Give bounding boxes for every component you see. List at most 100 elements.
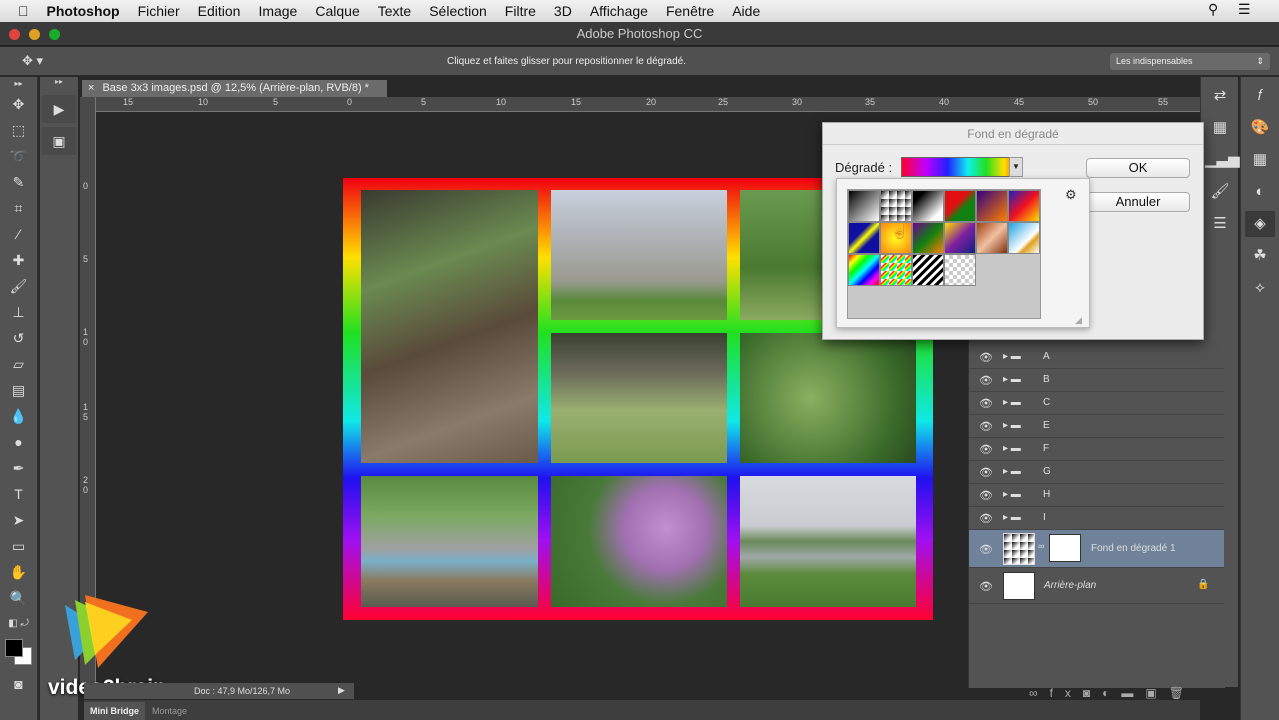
blur-tool-icon[interactable]: 💧 xyxy=(0,403,37,429)
color-panel-icon[interactable]: 🎨 xyxy=(1245,115,1275,141)
visibility-eye-icon[interactable]: 👁 xyxy=(979,420,993,433)
crop-tool-icon[interactable]: ⌗ xyxy=(0,195,37,221)
lasso-tool-icon[interactable]: ➰ xyxy=(0,143,37,169)
gradient-preset[interactable] xyxy=(912,190,944,222)
adjustments-slider-icon[interactable]: ☰ xyxy=(1205,211,1235,237)
properties-panel-icon[interactable]: ▣ xyxy=(42,127,76,155)
status-menu-arrow-icon[interactable]: ▶ xyxy=(338,685,345,696)
swatches-grid-icon[interactable]: ▦ xyxy=(1245,147,1275,173)
healing-brush-tool-icon[interactable]: ✚ xyxy=(0,247,37,273)
eraser-tool-icon[interactable]: ▱ xyxy=(0,351,37,377)
search-icon[interactable]: ⚲ xyxy=(1208,1,1218,18)
gradient-preset[interactable] xyxy=(912,254,944,286)
quick-selection-tool-icon[interactable]: ✎ xyxy=(0,169,37,195)
gradient-preset[interactable] xyxy=(880,190,912,222)
visibility-eye-icon[interactable]: 👁 xyxy=(979,580,993,593)
layer-group-f[interactable]: 👁 ▸ ▬ F xyxy=(969,438,1224,461)
move-tool-preset-icon[interactable]: ✥ ▾ xyxy=(22,53,43,69)
link-layers-icon[interactable]: ∞ xyxy=(1029,686,1050,700)
quick-mask-icon[interactable]: ◙ xyxy=(0,671,37,697)
menu-calque[interactable]: Calque xyxy=(315,3,359,19)
styles-panel-icon[interactable]: 𝑓 xyxy=(1245,83,1275,109)
hand-tool-icon[interactable]: ✋ xyxy=(0,559,37,585)
menu-image[interactable]: Image xyxy=(258,3,297,19)
gradient-preset[interactable] xyxy=(944,190,976,222)
cancel-button[interactable]: Annuler xyxy=(1086,192,1190,212)
play-actions-icon[interactable]: ▶ xyxy=(42,95,76,123)
history-panel-icon[interactable]: ▦ xyxy=(1205,115,1235,141)
gradient-preset[interactable] xyxy=(848,254,880,286)
ok-button[interactable]: OK xyxy=(1086,158,1190,178)
layer-group-b[interactable]: 👁 ▸ ▬ B xyxy=(969,369,1224,392)
minimize-window-button[interactable] xyxy=(29,29,40,40)
visibility-eye-icon[interactable]: 👁 xyxy=(979,397,993,410)
menu-edition[interactable]: Edition xyxy=(198,3,241,19)
zoom-window-button[interactable] xyxy=(49,29,60,40)
swap-colors-icon[interactable]: ◧ ⤾ xyxy=(0,611,37,637)
visibility-eye-icon[interactable]: 👁 xyxy=(979,543,993,556)
apple-menu-icon[interactable]:  xyxy=(18,3,29,19)
eyedropper-tool-icon[interactable]: ⁄ xyxy=(0,221,37,247)
visibility-eye-icon[interactable]: 👁 xyxy=(979,351,993,364)
gear-icon[interactable]: ⚙ xyxy=(1065,187,1077,203)
gradient-preset[interactable] xyxy=(1008,190,1040,222)
marquee-tool-icon[interactable]: ⬚ xyxy=(0,117,37,143)
gradient-preset[interactable] xyxy=(1008,222,1040,254)
visibility-eye-icon[interactable]: 👁 xyxy=(979,466,993,479)
visibility-eye-icon[interactable]: 👁 xyxy=(979,489,993,502)
gradient-preset[interactable] xyxy=(880,254,912,286)
menu-selection[interactable]: Sélection xyxy=(429,3,487,19)
visibility-eye-icon[interactable]: 👁 xyxy=(979,512,993,525)
tab-mini-bridge[interactable]: Mini Bridge xyxy=(84,702,145,720)
histogram-panel-icon[interactable]: ▁▃▅ xyxy=(1205,147,1240,173)
menu-fenetre[interactable]: Fenêtre xyxy=(666,3,714,19)
layer-group-h[interactable]: 👁 ▸ ▬ H xyxy=(969,484,1224,507)
fx-icon[interactable]: fx xyxy=(1050,686,1083,700)
foreground-color[interactable] xyxy=(5,639,23,657)
pen-tool-icon[interactable]: ✒ xyxy=(0,455,37,481)
menu-fichier[interactable]: Fichier xyxy=(138,3,180,19)
menu-photoshop[interactable]: Photoshop xyxy=(47,3,120,19)
menu-aide[interactable]: Aide xyxy=(732,3,760,19)
path-selection-tool-icon[interactable]: ➤ xyxy=(0,507,37,533)
delete-layer-icon[interactable]: 🗑 xyxy=(1169,686,1196,700)
layer-group-i[interactable]: 👁 ▸ ▬ I xyxy=(969,507,1224,530)
close-tab-icon[interactable]: × xyxy=(88,82,94,94)
brush-tool-icon[interactable]: 🖌 xyxy=(0,273,37,299)
new-layer-icon[interactable]: ▣ xyxy=(1145,686,1168,700)
paths-panel-icon[interactable]: ⟡ xyxy=(1245,275,1275,301)
layers-panel-icon[interactable]: ◈ xyxy=(1245,211,1275,237)
layer-fill-gradient[interactable]: 👁 ∞ Fond en dégradé 1 xyxy=(969,530,1224,568)
gradient-preset[interactable] xyxy=(944,222,976,254)
move-tool-icon[interactable]: ✥ xyxy=(0,91,37,117)
menu-filtre[interactable]: Filtre xyxy=(505,3,536,19)
close-window-button[interactable] xyxy=(9,29,20,40)
list-icon[interactable]: ☰ xyxy=(1238,1,1251,18)
type-tool-icon[interactable]: T xyxy=(0,481,37,507)
history-brush-tool-icon[interactable]: ↺ xyxy=(0,325,37,351)
layer-group-g[interactable]: 👁 ▸ ▬ G xyxy=(969,461,1224,484)
resize-grip-icon[interactable]: ◢ xyxy=(1075,315,1082,326)
gradient-preset[interactable] xyxy=(848,190,880,222)
swatches-panel-icon[interactable]: ⇄ xyxy=(1205,83,1235,109)
gradient-preset-hovered[interactable]: ☝ xyxy=(880,222,912,254)
gradient-preset[interactable] xyxy=(976,190,1008,222)
visibility-eye-icon[interactable]: 👁 xyxy=(979,374,993,387)
gradient-preset[interactable] xyxy=(912,222,944,254)
tab-montage[interactable]: Montage xyxy=(146,702,193,720)
menu-texte[interactable]: Texte xyxy=(378,3,411,19)
stamp-tool-icon[interactable]: ⊥ xyxy=(0,299,37,325)
menu-affichage[interactable]: Affichage xyxy=(590,3,648,19)
shape-tool-icon[interactable]: ▭ xyxy=(0,533,37,559)
document-tab[interactable]: × Base 3x3 images.psd @ 12,5% (Arrière-pl… xyxy=(82,80,387,97)
workspace-select[interactable]: Les indispensables ⇕ xyxy=(1110,53,1270,70)
brushes-panel-icon[interactable]: 🖌 xyxy=(1205,179,1235,205)
gradient-preview[interactable] xyxy=(901,157,1023,177)
dodge-tool-icon[interactable]: ● xyxy=(0,429,37,455)
gradient-dropdown-arrow-icon[interactable]: ▼ xyxy=(1009,157,1023,177)
color-swatches[interactable] xyxy=(0,637,37,671)
gradient-preset[interactable] xyxy=(848,222,880,254)
layer-group-c[interactable]: 👁 ▸ ▬ C xyxy=(969,392,1224,415)
layer-group-e[interactable]: 👁 ▸ ▬ E xyxy=(969,415,1224,438)
menu-3d[interactable]: 3D xyxy=(554,3,572,19)
